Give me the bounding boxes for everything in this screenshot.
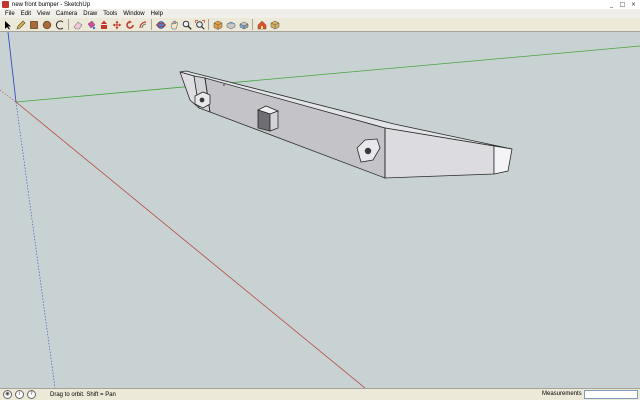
eraser-icon[interactable] xyxy=(72,19,83,30)
geo-location-icon[interactable]: ◉ xyxy=(3,390,12,399)
toolbar-separator xyxy=(151,19,152,30)
z-axis xyxy=(7,32,17,103)
zoom-extents-icon[interactable] xyxy=(194,19,205,30)
scene-canvas xyxy=(0,32,640,388)
sketchup-logo-icon xyxy=(2,1,9,8)
help-icon[interactable]: ? xyxy=(27,390,36,399)
measurements-input[interactable] xyxy=(584,390,638,399)
menu-bar: File Edit View Camera Draw Tools Window … xyxy=(0,9,640,18)
menu-window[interactable]: Window xyxy=(120,11,147,17)
main-toolbar xyxy=(0,18,640,32)
drawing-viewport[interactable] xyxy=(0,32,640,388)
window-controls: _ □ × xyxy=(607,1,638,8)
rectangle-icon[interactable] xyxy=(28,19,39,30)
select-icon[interactable] xyxy=(2,19,13,30)
iso-view-icon[interactable] xyxy=(212,19,223,30)
arc-icon[interactable] xyxy=(54,19,65,30)
pan-icon[interactable] xyxy=(168,19,179,30)
status-bar: ◉ i ? Drag to orbit. Shift = Pan Measure… xyxy=(0,388,640,400)
component-icon[interactable] xyxy=(269,19,280,30)
title-bar: new front bumper - SketchUp _ □ × xyxy=(0,0,640,9)
maximize-button[interactable]: □ xyxy=(618,1,627,8)
menu-help[interactable]: Help xyxy=(148,11,166,17)
menu-view[interactable]: View xyxy=(34,11,53,17)
front-view-icon[interactable] xyxy=(238,19,249,30)
offset-icon[interactable] xyxy=(137,19,148,30)
push-pull-icon[interactable] xyxy=(98,19,109,30)
menu-edit[interactable]: Edit xyxy=(18,11,34,17)
pencil-icon[interactable] xyxy=(15,19,26,30)
top-view-icon[interactable] xyxy=(225,19,236,30)
zoom-icon[interactable] xyxy=(181,19,192,30)
y-axis xyxy=(15,45,640,103)
orbit-icon[interactable] xyxy=(155,19,166,30)
window-title: new front bumper - SketchUp xyxy=(12,1,91,8)
bumper-edge-point xyxy=(223,84,225,86)
menu-camera[interactable]: Camera xyxy=(53,11,80,17)
close-button[interactable]: × xyxy=(629,1,638,8)
center-mount-side xyxy=(269,110,279,132)
center-mount-front xyxy=(257,109,271,132)
x-axis-hidden xyxy=(0,89,17,103)
minimize-button[interactable]: _ xyxy=(607,1,616,8)
menu-draw[interactable]: Draw xyxy=(80,11,100,17)
circle-icon[interactable] xyxy=(41,19,52,30)
bumper-front-face xyxy=(204,77,386,179)
move-icon[interactable] xyxy=(111,19,122,30)
left-shackle-hole xyxy=(199,97,205,103)
z-axis-hidden xyxy=(15,101,56,388)
front-bumper-model[interactable] xyxy=(179,70,513,179)
toolbar-separator xyxy=(68,19,69,30)
rotate-icon[interactable] xyxy=(124,19,135,30)
warehouse-icon[interactable] xyxy=(256,19,267,30)
status-hint: Drag to orbit. Shift = Pan xyxy=(50,391,116,398)
measurements-label: Measurements xyxy=(542,391,582,397)
paint-bucket-icon[interactable] xyxy=(85,19,96,30)
credits-icon[interactable]: i xyxy=(15,390,24,399)
toolbar-separator xyxy=(252,19,253,30)
menu-file[interactable]: File xyxy=(2,11,18,17)
menu-tools[interactable]: Tools xyxy=(100,11,120,17)
toolbar-separator xyxy=(208,19,209,30)
bumper-right-end-face xyxy=(493,145,513,175)
right-shackle-hole xyxy=(364,147,372,155)
